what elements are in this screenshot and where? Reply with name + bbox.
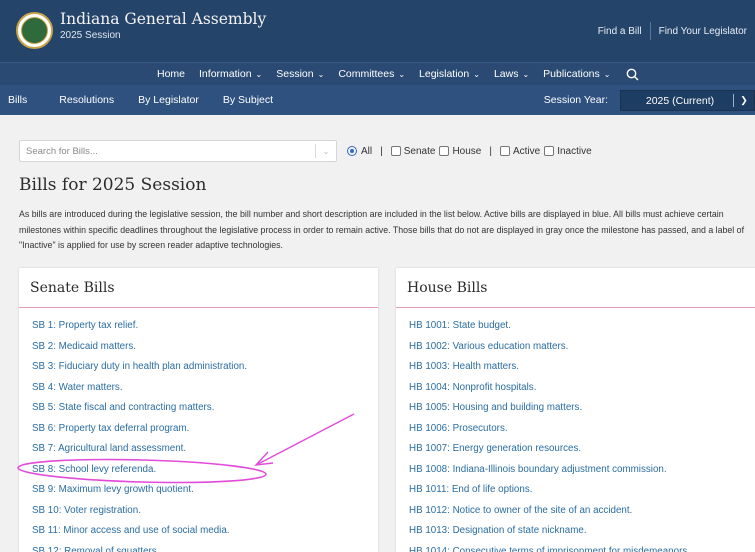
main-nav: Home Information ⌄ Session ⌄ Committees ⌄ L…	[0, 62, 755, 85]
active-label: Active	[512, 145, 541, 157]
inactive-checkbox[interactable]	[544, 146, 555, 156]
tab-by-subject[interactable]: By Subject	[211, 85, 285, 115]
nav-label: Laws	[493, 68, 519, 80]
nav-label: Publications	[543, 68, 600, 80]
bill-link[interactable]: SB 3: Fiduciary duty in health plan admi…	[32, 357, 378, 378]
bill-filter: Search for Bills... ⌄ All | Senate House…	[19, 140, 592, 162]
nav-committees[interactable]: Committees ⌄	[338, 68, 405, 80]
find-your-legislator-link[interactable]: Find Your Legislator	[651, 26, 755, 37]
nav-legislation[interactable]: Legislation ⌄	[419, 68, 480, 80]
session-year-select[interactable]: 2025 (Current) ❯	[620, 90, 755, 111]
chevron-down-icon: ⌄	[317, 69, 325, 79]
bill-link[interactable]: SB 11: Minor access and use of social me…	[32, 521, 378, 542]
tab-by-legislator[interactable]: By Legislator	[126, 85, 211, 115]
header-links: Find a Bill Find Your Legislator	[590, 0, 755, 62]
state-seal-logo[interactable]	[16, 12, 53, 49]
site-title: Indiana General Assembly	[60, 10, 267, 28]
session-subtitle: 2025 Session	[60, 30, 121, 41]
panel-title: House Bills	[396, 268, 755, 308]
bill-link[interactable]: HB 1001: State budget.	[409, 316, 755, 337]
senate-label: Senate	[403, 145, 436, 157]
house-label: House	[452, 145, 482, 157]
bill-link[interactable]: HB 1006: Prosecutors.	[409, 419, 755, 440]
all-label: All	[361, 145, 373, 157]
chevron-down-icon: ⌄	[255, 69, 263, 79]
bill-link[interactable]: HB 1004: Nonprofit hospitals.	[409, 378, 755, 399]
site-header: Indiana General Assembly 2025 Session Fi…	[0, 0, 755, 62]
tab-bills[interactable]: Bills	[0, 85, 39, 115]
bill-link[interactable]: SB 2: Medicaid matters.	[32, 337, 378, 358]
chevron-down-icon: ❯	[740, 95, 748, 105]
bill-link[interactable]: SB 6: Property tax deferral program.	[32, 419, 378, 440]
session-year-label: Session Year:	[543, 94, 608, 106]
bill-link[interactable]: SB 9: Maximum levy growth quotient.	[32, 480, 378, 501]
find-a-bill-link[interactable]: Find a Bill	[590, 26, 650, 37]
bill-link[interactable]: HB 1012: Notice to owner of the site of …	[409, 501, 755, 522]
house-checkbox[interactable]	[439, 146, 450, 156]
search-icon[interactable]	[626, 68, 640, 81]
bill-link[interactable]: SB 5: State fiscal and contracting matte…	[32, 398, 378, 419]
bills-subnav: Bills Resolutions By Legislator By Subje…	[0, 85, 755, 115]
bill-link[interactable]: HB 1007: Energy generation resources.	[409, 439, 755, 460]
bill-link[interactable]: SB 8: School levy referenda.	[32, 460, 378, 481]
nav-label: Legislation	[419, 68, 470, 80]
bill-search-input[interactable]: Search for Bills... ⌄	[19, 140, 337, 162]
session-year-value: 2025 (Current)	[645, 94, 715, 107]
nav-label: Committees	[338, 68, 395, 80]
all-radio[interactable]	[347, 146, 357, 156]
bill-link[interactable]: HB 1011: End of life options.	[409, 480, 755, 501]
house-bill-list: HB 1001: State budget. HB 1002: Various …	[396, 308, 755, 552]
nav-label: Information	[199, 68, 252, 80]
nav-label: Session	[276, 68, 314, 80]
page-title: Bills for 2025 Session	[19, 175, 207, 195]
chevron-down-icon: ⌄	[522, 69, 530, 79]
chevron-down-icon: ⌄	[603, 69, 611, 79]
chevron-down-icon[interactable]: ⌄	[316, 147, 336, 156]
house-bills-panel: House Bills HB 1001: State budget. HB 10…	[396, 268, 755, 552]
bill-link[interactable]: SB 4: Water matters.	[32, 378, 378, 399]
nav-laws[interactable]: Laws ⌄	[494, 68, 529, 80]
nav-home[interactable]: Home	[157, 68, 185, 80]
senate-bill-list: SB 1: Property tax relief. SB 2: Medicai…	[19, 308, 378, 552]
bill-link[interactable]: HB 1013: Designation of state nickname.	[409, 521, 755, 542]
panel-title: Senate Bills	[19, 268, 378, 308]
bill-link[interactable]: HB 1014: Consecutive terms of imprisonme…	[409, 542, 755, 552]
bill-link[interactable]: HB 1008: Indiana-Illinois boundary adjus…	[409, 460, 755, 481]
nav-label: Home	[157, 68, 186, 80]
active-checkbox[interactable]	[499, 146, 510, 156]
bill-link[interactable]: SB 12: Removal of squatters.	[32, 542, 378, 552]
chevron-down-icon: ⌄	[473, 69, 480, 79]
nav-information[interactable]: Information ⌄	[199, 68, 262, 80]
senate-checkbox[interactable]	[390, 146, 401, 156]
tab-resolutions[interactable]: Resolutions	[47, 85, 126, 115]
intro-paragraph: As bills are introduced during the legis…	[19, 209, 745, 250]
bill-link[interactable]: SB 7: Agricultural land assessment.	[32, 439, 378, 460]
brand[interactable]: Indiana General Assembly 2025 Session	[60, 10, 266, 42]
chevron-down-icon: ⌄	[398, 69, 406, 79]
inactive-label: Inactive	[557, 145, 592, 157]
bill-link[interactable]: HB 1005: Housing and building matters.	[409, 398, 755, 419]
nav-publications[interactable]: Publications ⌄	[543, 68, 610, 80]
bill-link[interactable]: SB 1: Property tax relief.	[32, 316, 378, 337]
nav-session[interactable]: Session ⌄	[276, 68, 324, 80]
divider: |	[489, 145, 492, 157]
bill-link[interactable]: SB 10: Voter registration.	[32, 501, 378, 522]
divider: |	[380, 145, 383, 157]
bill-link[interactable]: HB 1003: Health matters.	[409, 357, 755, 378]
search-placeholder: Search for Bills...	[26, 145, 98, 157]
bill-link[interactable]: HB 1002: Various education matters.	[409, 337, 755, 358]
senate-bills-panel: Senate Bills SB 1: Property tax relief. …	[19, 268, 378, 552]
